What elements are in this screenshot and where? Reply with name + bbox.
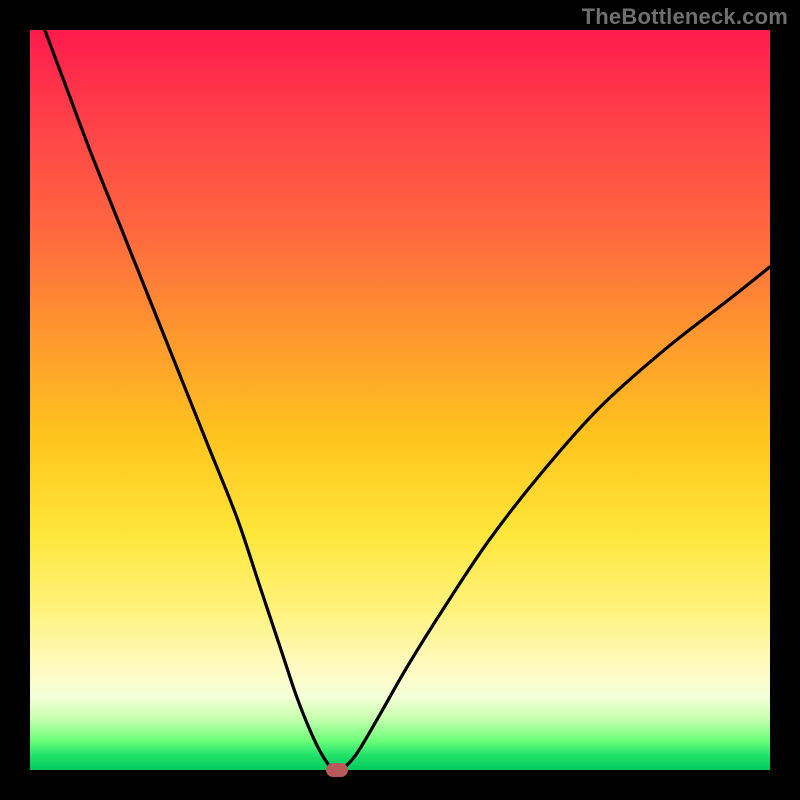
bottleneck-curve xyxy=(30,30,770,770)
minimum-marker xyxy=(326,763,348,777)
plot-area xyxy=(30,30,770,770)
attribution-text: TheBottleneck.com xyxy=(582,4,788,30)
chart-frame: TheBottleneck.com xyxy=(0,0,800,800)
